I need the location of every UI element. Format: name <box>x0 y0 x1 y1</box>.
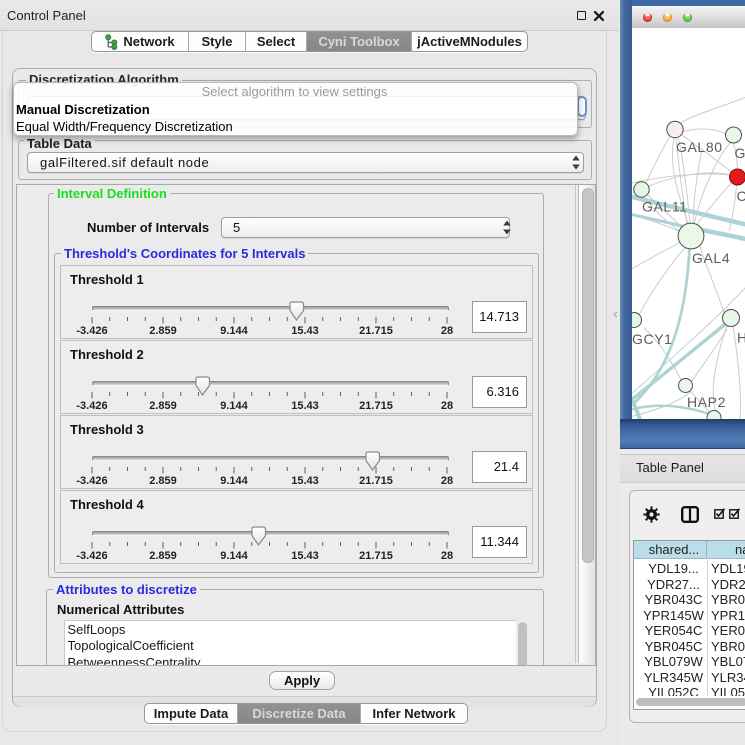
svg-text:GA: GA <box>735 145 745 161</box>
svg-text:HAP2: HAP2 <box>687 394 726 410</box>
svg-text:GAL4: GAL4 <box>692 250 730 266</box>
svg-text:GCY1: GCY1 <box>632 331 673 347</box>
svg-text:CY: CY <box>737 188 745 204</box>
svg-text:H: H <box>737 330 745 346</box>
svg-text:GAL80: GAL80 <box>676 139 723 155</box>
svg-text:GAL11: GAL11 <box>642 199 688 215</box>
